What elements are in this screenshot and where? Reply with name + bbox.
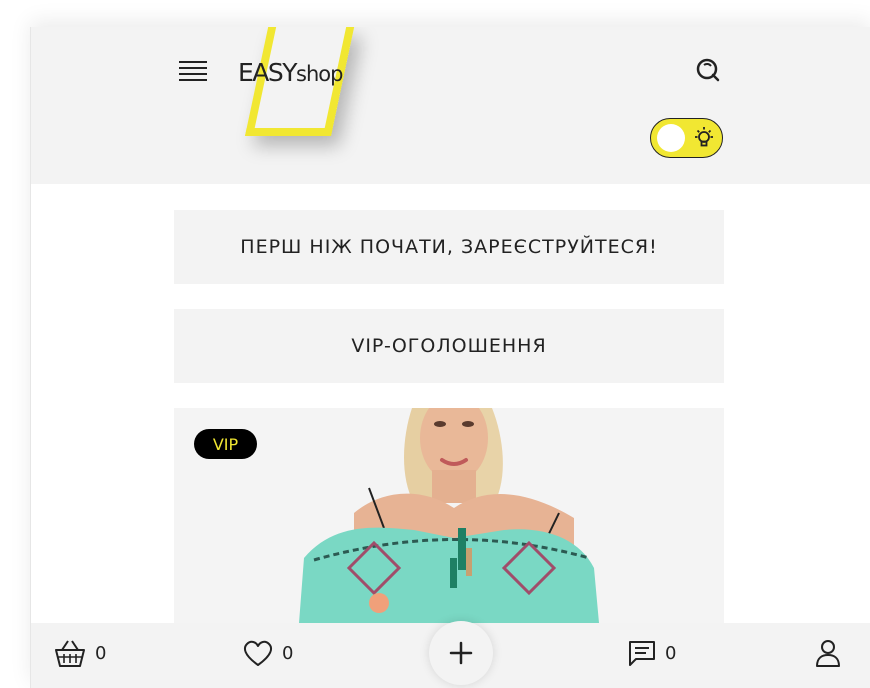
search-icon <box>696 58 720 82</box>
logo[interactable]: EASYshop <box>238 58 343 87</box>
vip-ads-banner[interactable]: VIP-ОГОЛОШЕННЯ <box>174 309 724 383</box>
header: EASYshop <box>31 27 870 184</box>
profile-nav-item[interactable] <box>815 638 841 668</box>
listing-card[interactable]: VIP <box>174 408 724 623</box>
cart-count: 0 <box>95 642 107 664</box>
search-button[interactable] <box>693 56 723 86</box>
plus-icon <box>449 641 473 665</box>
logo-suffix: shop <box>296 62 343 86</box>
heart-icon <box>244 640 272 666</box>
lightbulb-icon <box>695 127 713 147</box>
bottom-nav: 0 0 0 <box>31 621 870 688</box>
vip-badge: VIP <box>194 429 257 459</box>
favorites-count: 0 <box>282 642 294 664</box>
menu-button[interactable] <box>179 59 207 83</box>
logo-brand: EASY <box>238 58 298 87</box>
app-frame: EASYshop ПЕРШ НІЖ ПОЧАТИ, ЗАРЕЄСТРУЙТЕСЯ… <box>30 27 870 688</box>
vip-ads-banner-label: VIP-ОГОЛОШЕННЯ <box>351 335 547 357</box>
theme-toggle[interactable] <box>650 118 723 158</box>
toggle-knob <box>657 124 685 152</box>
vip-badge-label: VIP <box>212 434 239 454</box>
favorites-nav-item[interactable]: 0 <box>242 638 293 668</box>
register-banner-label: ПЕРШ НІЖ ПОЧАТИ, ЗАРЕЄСТРУЙТЕСЯ! <box>240 236 658 258</box>
add-listing-button[interactable] <box>429 621 493 685</box>
user-icon <box>816 640 840 667</box>
message-icon <box>629 641 655 666</box>
basket-icon <box>55 640 85 667</box>
register-banner[interactable]: ПЕРШ НІЖ ПОЧАТИ, ЗАРЕЄСТРУЙТЕСЯ! <box>174 210 724 284</box>
messages-count: 0 <box>665 642 677 664</box>
cart-nav-item[interactable]: 0 <box>53 638 106 668</box>
messages-nav-item[interactable]: 0 <box>627 638 676 668</box>
